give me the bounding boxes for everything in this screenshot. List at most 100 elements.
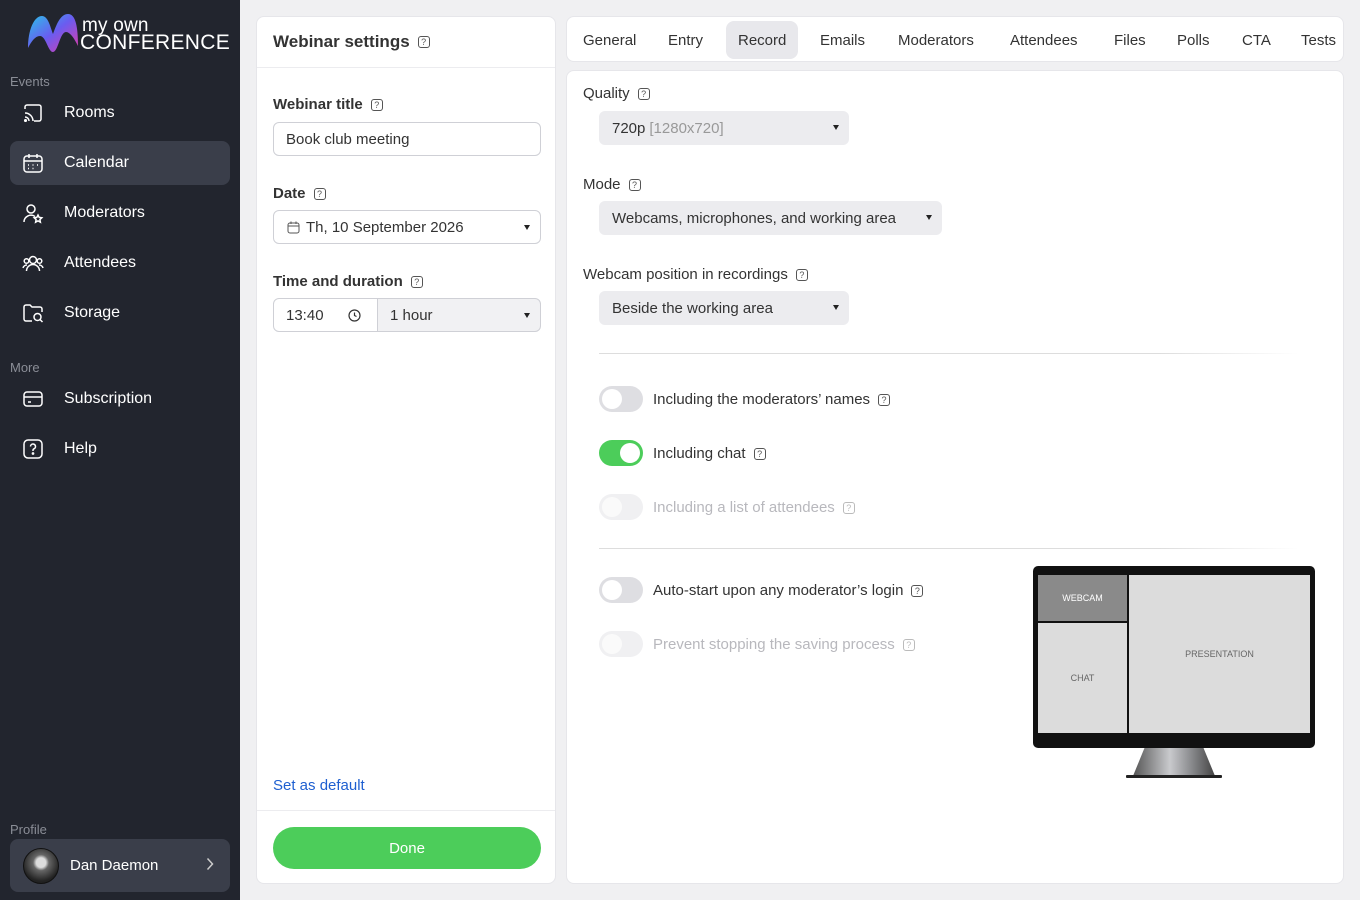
- sidebar-item-attendees[interactable]: Attendees: [10, 241, 230, 285]
- sidebar-item-label: Rooms: [64, 104, 115, 121]
- toggle-attendees-list: [599, 494, 643, 520]
- help-icon[interactable]: ?: [795, 269, 808, 282]
- settings-tabs: General Entry Record Emails Moderators A…: [566, 16, 1344, 62]
- tab-cta[interactable]: CTA: [1230, 21, 1283, 59]
- time-label: Time and duration?: [273, 273, 423, 290]
- duration-select[interactable]: 1 hour: [377, 298, 541, 332]
- toggle-label-text: Including the moderators’ names: [653, 391, 871, 408]
- toggle-including-chat[interactable]: [599, 440, 643, 466]
- toggle-knob: [602, 580, 622, 600]
- profile-button[interactable]: Dan Daemon: [10, 839, 230, 892]
- toggle-prevent-stopping: [599, 631, 643, 657]
- help-icon[interactable]: ?: [878, 394, 891, 407]
- date-value: Th, 10 September 2026: [306, 218, 464, 236]
- help-icon[interactable]: ?: [628, 179, 641, 192]
- question-icon: [22, 438, 44, 460]
- record-settings: Quality? 720p [1280x720] Mode? Webcams, …: [566, 70, 1344, 884]
- date-label-text: Date: [273, 185, 306, 202]
- help-icon[interactable]: ?: [637, 88, 650, 101]
- tab-general[interactable]: General: [571, 21, 648, 59]
- help-icon[interactable]: ?: [417, 36, 430, 48]
- toggle-label-text: Auto-start upon any moderator’s login: [653, 582, 904, 599]
- preview-webcam: WEBCAM: [1038, 575, 1127, 621]
- quality-label: Quality?: [583, 85, 650, 102]
- sidebar-item-moderators[interactable]: Moderators: [10, 191, 230, 235]
- toggle-knob: [602, 389, 622, 409]
- monitor-screen: WEBCAM CHAT PRESENTATION: [1033, 566, 1315, 748]
- mode-select[interactable]: Webcams, microphones, and working area: [599, 201, 942, 235]
- sidebar-item-label: Moderators: [64, 204, 145, 221]
- webcam-position-value: Beside the working area: [612, 299, 773, 317]
- monitor-stand: [1133, 748, 1215, 776]
- webinar-title-label: Webinar title?: [273, 96, 383, 113]
- brand-line2: CONFERENCE: [80, 31, 231, 54]
- tab-emails[interactable]: Emails: [808, 21, 877, 59]
- quality-label-text: Quality: [583, 85, 630, 102]
- sidebar: my own CONFERENCE Events Rooms Calendar …: [0, 0, 240, 900]
- help-icon[interactable]: ?: [313, 188, 326, 201]
- brand-logo[interactable]: my own CONFERENCE: [26, 12, 230, 56]
- toggle-knob: [620, 443, 640, 463]
- set-as-default-link[interactable]: Set as default: [273, 777, 365, 794]
- time-label-text: Time and duration: [273, 273, 403, 290]
- help-icon[interactable]: ?: [753, 448, 766, 461]
- tab-entry[interactable]: Entry: [656, 21, 715, 59]
- tab-attendees[interactable]: Attendees: [998, 21, 1090, 59]
- duration-value: 1 hour: [390, 306, 433, 324]
- toggle-label-text: Including a list of attendees: [653, 499, 835, 516]
- divider: [599, 548, 1299, 549]
- tab-moderators[interactable]: Moderators: [886, 21, 986, 59]
- help-icon[interactable]: ?: [911, 585, 924, 598]
- webinar-title-label-text: Webinar title: [273, 96, 363, 113]
- clock-icon: [348, 309, 361, 322]
- toggle-knob: [602, 634, 622, 654]
- time-input[interactable]: 13:40: [273, 298, 378, 332]
- mode-label-text: Mode: [583, 176, 621, 193]
- date-picker[interactable]: Th, 10 September 2026: [273, 210, 541, 244]
- help-icon: ?: [842, 502, 855, 515]
- user-star-icon: [22, 202, 44, 224]
- users-icon: [22, 252, 44, 274]
- avatar: [23, 847, 59, 884]
- sidebar-item-storage[interactable]: Storage: [10, 291, 230, 335]
- mode-label: Mode?: [583, 176, 641, 193]
- webcam-position-label: Webcam position in recordings?: [583, 266, 808, 283]
- logo-icon: [28, 14, 78, 52]
- toggle-auto-start-label: Auto-start upon any moderator’s login?: [653, 582, 924, 599]
- sidebar-item-subscription[interactable]: Subscription: [10, 377, 230, 421]
- sidebar-item-label: Help: [64, 440, 97, 457]
- sidebar-item-help[interactable]: Help: [10, 427, 230, 471]
- sidebar-item-rooms[interactable]: Rooms: [10, 91, 230, 135]
- sidebar-item-label: Calendar: [64, 154, 129, 171]
- section-more: More: [10, 360, 40, 375]
- help-icon: ?: [902, 639, 915, 652]
- toggle-prevent-stopping-label: Prevent stopping the saving process?: [653, 636, 915, 653]
- sidebar-item-calendar[interactable]: Calendar: [10, 141, 230, 185]
- section-profile: Profile: [10, 822, 47, 837]
- help-icon[interactable]: ?: [370, 99, 383, 112]
- quality-select[interactable]: 720p [1280x720]: [599, 111, 849, 145]
- tab-files[interactable]: Files: [1102, 21, 1158, 59]
- cast-icon: [22, 102, 44, 124]
- webinar-title-input[interactable]: Book club meeting: [273, 122, 541, 156]
- sidebar-item-label: Attendees: [64, 254, 137, 271]
- toggle-auto-start[interactable]: [599, 577, 643, 603]
- toggle-label-text: Prevent stopping the saving process: [653, 636, 895, 653]
- caret-down-icon: [833, 305, 839, 310]
- layout-preview-monitor: WEBCAM CHAT PRESENTATION: [1033, 566, 1315, 778]
- caret-down-icon: [524, 225, 530, 230]
- section-events: Events: [10, 74, 50, 89]
- webcam-position-select[interactable]: Beside the working area: [599, 291, 849, 325]
- done-button[interactable]: Done: [273, 827, 541, 869]
- calendar-icon: [287, 221, 300, 233]
- tab-record[interactable]: Record: [726, 21, 799, 59]
- panel-footer-divider: [257, 810, 555, 811]
- caret-down-icon: [524, 313, 530, 318]
- webcam-position-label-text: Webcam position in recordings: [583, 266, 788, 283]
- toggle-moderators-names[interactable]: [599, 386, 643, 412]
- tab-tests[interactable]: Tests: [1289, 21, 1348, 59]
- calendar-icon: [22, 152, 44, 174]
- help-icon[interactable]: ?: [410, 276, 423, 289]
- caret-down-icon: [833, 125, 839, 130]
- tab-polls[interactable]: Polls: [1165, 21, 1222, 59]
